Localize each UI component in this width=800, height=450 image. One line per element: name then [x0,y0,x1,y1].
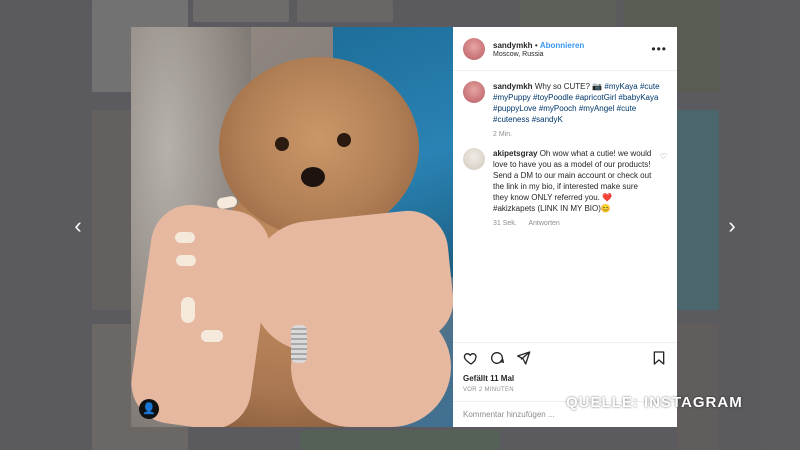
post-header: sandymkh • Abonnieren Moscow, Russia ••• [453,27,677,71]
comment-username[interactable]: akipetsgray [493,149,537,158]
user-tag-icon[interactable]: 👤 [139,399,159,419]
more-icon[interactable]: ••• [651,42,667,56]
avatar[interactable] [463,81,485,103]
comment-heart-icon[interactable]: ♡ [660,152,667,161]
post-side-panel: sandymkh • Abonnieren Moscow, Russia •••… [453,27,677,427]
avatar[interactable] [463,148,485,170]
fingernail [176,255,196,266]
comment-time[interactable]: 31 Sek. [493,220,517,227]
source-watermark: QUELLE: INSTAGRAM [566,394,743,411]
puppy-nose [301,167,325,187]
chevron-left-icon[interactable]: ‹ [68,214,88,238]
comment-item: akipetsgray Oh wow what a cutie! we woul… [463,148,667,227]
share-icon[interactable] [515,350,531,366]
fingernail [201,330,223,342]
chevron-right-icon[interactable]: › [722,214,742,238]
comment-text: Oh wow what a cutie! we would love to ha… [493,149,652,213]
action-bar [453,342,677,372]
post-header-text: sandymkh • Abonnieren Moscow, Russia [493,40,643,58]
follow-button[interactable]: Abonnieren [540,41,584,50]
post-username[interactable]: sandymkh [493,41,533,50]
puppy-eye [337,133,351,147]
fingernail [175,232,195,243]
post-photo[interactable]: 👤 [131,27,453,427]
comments-list[interactable]: sandymkh Why so CUTE? 📷 #myKaya #cute #m… [453,71,677,342]
comment-body: akipetsgray Oh wow what a cutie! we woul… [493,148,652,214]
caption-username[interactable]: sandymkh [493,82,533,91]
caption-time[interactable]: 2 Min. [493,131,512,138]
fingernail [181,297,195,323]
post-location[interactable]: Moscow, Russia [493,51,643,58]
avatar[interactable] [463,37,485,60]
puppy-head [219,57,419,237]
caption-text: Why so CUTE? [534,82,590,91]
comment-icon[interactable] [489,350,505,366]
reply-button[interactable]: Antworten [528,220,560,227]
comment-meta: 31 Sek. Antworten [493,220,652,227]
ring [291,325,307,363]
heart-icon[interactable] [463,350,479,366]
caption: sandymkh Why so CUTE? 📷 #myKaya #cute #m… [463,81,667,138]
post-modal: 👤 sandymkh • Abonnieren Moscow, Russia •… [131,27,677,427]
caption-body: sandymkh Why so CUTE? 📷 #myKaya #cute #m… [493,81,667,125]
bookmark-icon[interactable] [651,350,667,366]
hand-right-bottom [291,307,451,427]
puppy-eye [275,137,289,151]
likes-count[interactable]: Gefällt 11 Mal [453,372,677,385]
camera-emoji: 📷 [592,82,603,91]
caption-meta: 2 Min. [493,131,667,138]
